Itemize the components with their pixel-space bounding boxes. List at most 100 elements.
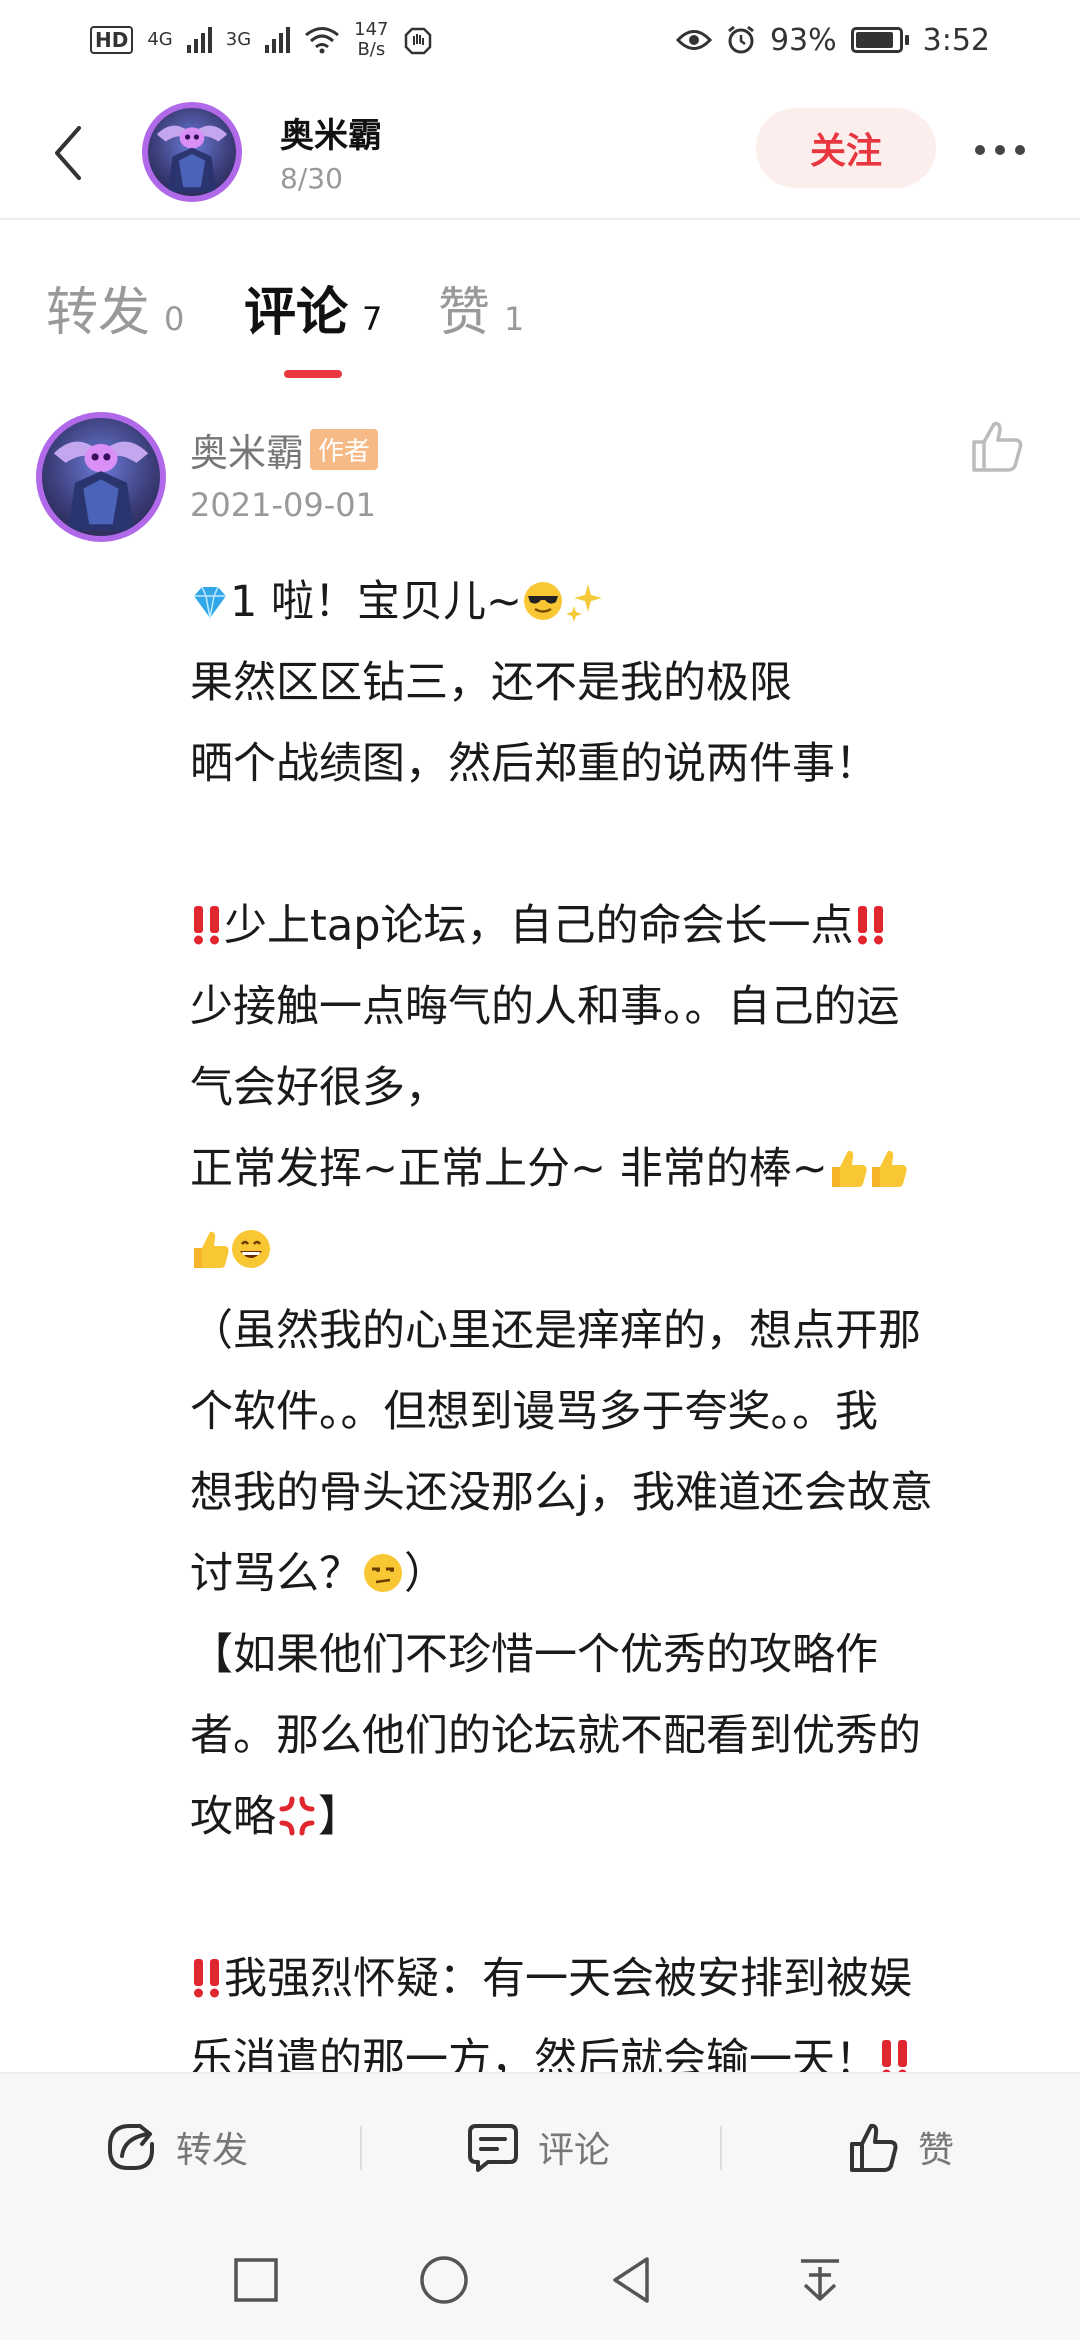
battery-percent: 93% bbox=[769, 22, 837, 58]
like-label: 赞 bbox=[918, 2130, 955, 2171]
comment-button[interactable]: 评论 bbox=[466, 2120, 610, 2174]
double-exclamation-icon bbox=[857, 906, 883, 945]
like-button[interactable]: 赞 bbox=[846, 2120, 954, 2174]
repost-label: 转发 bbox=[176, 2130, 249, 2171]
back-button[interactable] bbox=[38, 118, 98, 188]
comment-line: 个软件。。但想到谩骂多于夸奖。。我 bbox=[190, 1387, 878, 1437]
sparkles-icon bbox=[566, 584, 603, 622]
notification-shade-button[interactable] bbox=[790, 2250, 850, 2310]
comment-line-blank bbox=[190, 1858, 1040, 1939]
triangle-back-icon bbox=[613, 2257, 649, 2303]
comment-author: 奥米霸 作者 bbox=[190, 422, 379, 477]
status-left: HD 4G 3G 147 B/s bbox=[90, 20, 433, 60]
tab-likes-count: 1 bbox=[504, 300, 525, 338]
comment-line bbox=[190, 1210, 1040, 1291]
comment-line: 攻略】 bbox=[190, 1777, 1040, 1858]
comment-line: 正常发挥~正常上分~ 非常的棒~ bbox=[190, 1129, 1040, 1210]
tab-comments-count: 7 bbox=[362, 300, 383, 338]
chevron-left-icon bbox=[55, 126, 81, 180]
clock: 3:52 bbox=[922, 22, 990, 58]
comment-line-text: 讨骂么？ bbox=[190, 1549, 362, 1599]
square-icon bbox=[234, 2258, 278, 2302]
tab-repost[interactable]: 转发 0 bbox=[46, 270, 184, 345]
hand-icon bbox=[404, 27, 431, 55]
comment-like-button[interactable] bbox=[966, 416, 1026, 476]
net-speed-unit: B/s bbox=[357, 39, 386, 60]
thumbs-up-emoji-icon bbox=[194, 1231, 229, 1268]
comment-line-text: 攻略 bbox=[190, 1792, 276, 1842]
battery-icon bbox=[850, 27, 909, 53]
comment-avatar-image bbox=[53, 441, 149, 531]
hd-icon: HD bbox=[90, 26, 134, 54]
tab-likes-label: 赞 bbox=[438, 283, 491, 343]
thumbs-up-emoji-icon bbox=[871, 1150, 907, 1187]
comment-line-suffix: 】 bbox=[318, 1792, 361, 1842]
follow-button[interactable]: 关注 bbox=[756, 108, 936, 188]
thumbs-up-icon bbox=[972, 421, 1023, 472]
comment-line: 我强烈怀疑：有一天会被安排到被娱 bbox=[190, 1939, 1040, 2020]
net-speed: 147 B/s bbox=[354, 20, 388, 60]
comment-line: 想我的骨头还没那么j，我难道还会故意 bbox=[190, 1468, 933, 1518]
comment-line-blank bbox=[190, 805, 1040, 886]
net-speed-value: 147 bbox=[354, 19, 389, 40]
active-tab-indicator bbox=[284, 370, 342, 378]
comment-body: 1 啦！宝贝儿~ 果然区区钻三，还不是我的极限 晒个战绩图，然后郑重的说两件事！… bbox=[190, 562, 1040, 2101]
system-nav-bar bbox=[0, 2222, 1080, 2340]
comment-line: 1 啦！宝贝儿~ bbox=[190, 562, 1040, 643]
circle-icon bbox=[420, 2256, 468, 2304]
tab-comments[interactable]: 评论 7 bbox=[244, 270, 382, 345]
comment-line: 者。那么他们的论坛就不配看到优秀的 bbox=[190, 1711, 921, 1761]
tab-repost-count: 0 bbox=[164, 300, 185, 338]
sunglasses-emoji-icon bbox=[524, 582, 563, 620]
comment-avatar[interactable] bbox=[36, 412, 166, 542]
comment-line-text: 1 啦！宝贝儿~ bbox=[230, 577, 523, 627]
comment-line: 晒个战绩图，然后郑重的说两件事！ bbox=[190, 739, 878, 789]
comment-line-suffix: ） bbox=[404, 1549, 447, 1599]
comment-line-text: 我强烈怀疑：有一天会被安排到被娱 bbox=[224, 1954, 912, 2004]
anger-symbol-icon bbox=[279, 1796, 315, 1836]
tab-bar: 转发 0 评论 7 赞 1 bbox=[0, 270, 1080, 380]
comment-author-name[interactable]: 奥米霸 bbox=[190, 422, 304, 477]
thumbs-up-icon bbox=[850, 2123, 898, 2172]
action-divider bbox=[720, 2126, 722, 2170]
status-right: 93% 3:52 bbox=[675, 22, 990, 58]
comment-line: 少上tap论坛，自己的命会长一点 bbox=[190, 886, 1040, 967]
action-divider bbox=[360, 2126, 362, 2170]
diamond-icon bbox=[194, 586, 226, 619]
signal-3g-icon bbox=[265, 27, 291, 53]
status-bar: HD 4G 3G 147 B/s 93% 3:52 bbox=[0, 0, 1080, 80]
double-exclamation-icon bbox=[194, 1959, 219, 1998]
repost-button[interactable]: 转发 bbox=[104, 2120, 248, 2174]
comment-line: 果然区区钻三，还不是我的极限 bbox=[190, 658, 792, 708]
comment-line: 【如果他们不珍惜一个优秀的攻略作 bbox=[190, 1630, 878, 1680]
comment-line: （虽然我的心里还是痒痒的，想点开那 bbox=[190, 1306, 921, 1356]
comment-line: 气会好很多， bbox=[190, 1063, 448, 1113]
unamused-emoji-icon bbox=[364, 1554, 402, 1592]
comment-line-text: 正常发挥~正常上分~ 非常的棒~ bbox=[190, 1144, 828, 1194]
avatar[interactable] bbox=[142, 102, 242, 202]
comment-line-text: 少上tap论坛，自己的命会长一点 bbox=[224, 901, 854, 951]
action-bar: 转发 评论 赞 bbox=[0, 2072, 1080, 2222]
arrow-down-icon bbox=[801, 2259, 839, 2301]
comment-line: 讨骂么？ ） bbox=[190, 1534, 1040, 1615]
header: 奥米霸 8/30 关注 bbox=[0, 80, 1080, 220]
header-username[interactable]: 奥米霸 bbox=[280, 108, 382, 157]
recents-button[interactable] bbox=[226, 2250, 286, 2310]
tab-repost-label: 转发 bbox=[46, 283, 151, 343]
grinning-emoji-icon bbox=[232, 1230, 270, 1268]
home-button[interactable] bbox=[414, 2250, 474, 2310]
comment-line: 少接触一点晦气的人和事。。自己的运 bbox=[190, 982, 900, 1032]
wifi-icon bbox=[305, 27, 340, 54]
signal-4g-icon bbox=[186, 27, 212, 53]
comment-date: 2021-09-01 bbox=[190, 486, 376, 524]
tab-comments-label: 评论 bbox=[244, 283, 349, 343]
author-badge: 作者 bbox=[310, 429, 379, 470]
share-icon bbox=[108, 2124, 154, 2170]
header-page-indicator: 8/30 bbox=[280, 162, 343, 195]
more-options-button[interactable] bbox=[960, 120, 1040, 180]
thumbs-up-emoji-icon bbox=[831, 1150, 867, 1187]
tab-likes[interactable]: 赞 1 bbox=[438, 270, 524, 345]
network-4g-label: 4G bbox=[147, 29, 173, 50]
back-nav-button[interactable] bbox=[602, 2250, 662, 2310]
comment-label: 评论 bbox=[538, 2130, 611, 2171]
